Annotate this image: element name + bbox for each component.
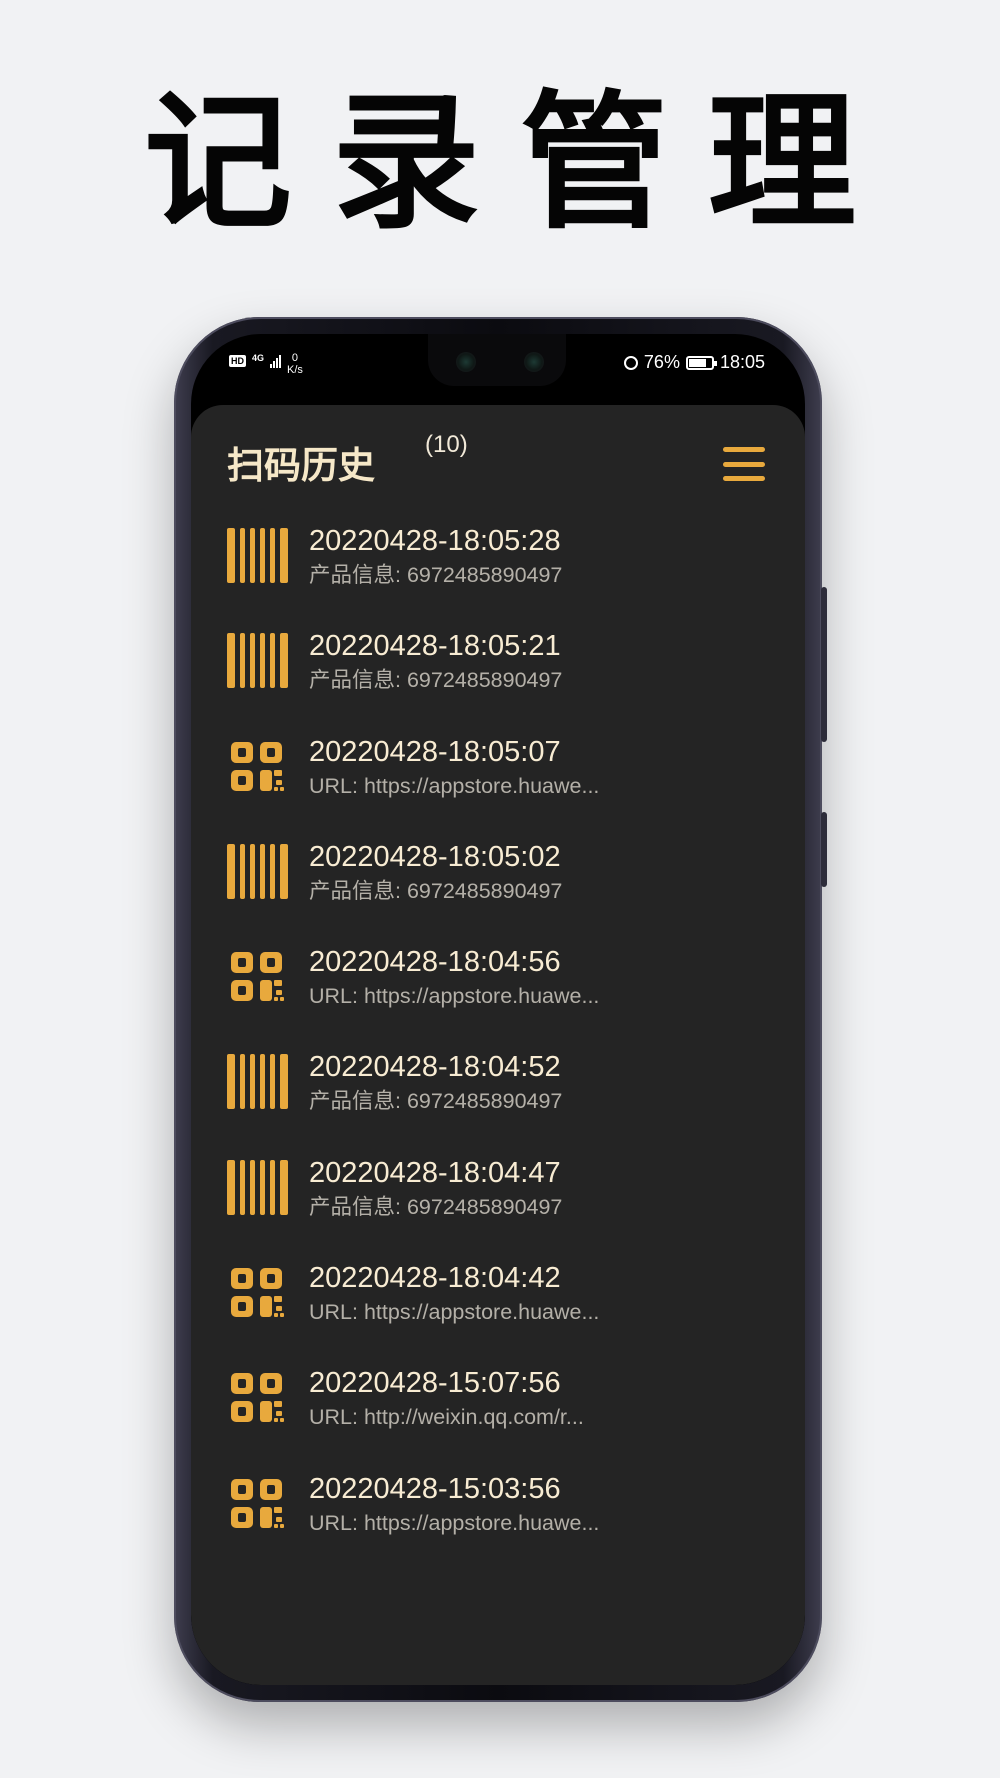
item-description: 产品信息: 6972485890497 [309,1194,563,1219]
barcode-icon [227,633,289,689]
volume-button [821,587,827,742]
item-timestamp: 20220428-18:05:28 [309,525,561,557]
item-timestamp: 20220428-15:07:56 [309,1367,561,1400]
item-description: URL: https://appstore.huawe... [309,773,600,798]
battery-percent: 76% [643,352,680,372]
status-right: 76% 18:05 [623,352,765,373]
history-list: 20220428-18:05:28 产品信息: 6972485890497 20… [227,525,805,1579]
item-description: 产品信息: 6972485890497 [309,668,563,693]
item-description: 产品信息: 6972485890497 [309,563,563,587]
phone-frame: HD 4G 0 K/s 76% 18:05 扫码历史 (10) 20220428… [174,317,827,1702]
barcode-icon [227,1159,289,1215]
phone-screen: HD 4G 0 K/s 76% 18:05 扫码历史 (10) 20220428… [191,334,805,1685]
promo-headline: 记录管理 [144,77,896,249]
history-item[interactable]: 20220428-15:03:56 URL: https://appstore.… [227,1472,805,1579]
network-speed: 0 K/s [287,352,303,376]
item-timestamp: 20220428-18:05:21 [309,630,561,663]
qrcode-icon [227,1265,289,1320]
app-header: 扫码历史 (10) [227,431,769,505]
front-camera-icon [456,352,476,372]
history-item[interactable]: 20220428-18:05:28 产品信息: 6972485890497 [227,525,805,631]
history-item[interactable]: 20220428-18:04:47 产品信息: 6972485890497 [227,1156,805,1263]
front-sensor-icon [524,352,544,372]
item-description: URL: https://appstore.huawe... [309,1510,600,1535]
history-item[interactable]: 20220428-18:05:02 产品信息: 6972485890497 [227,840,805,947]
menu-icon[interactable] [723,447,765,481]
signal-icon [270,354,282,368]
scan-history-screen: 扫码历史 (10) 20220428-18:05:28 产品信息: 697248… [191,405,805,1685]
qrcode-icon [227,949,289,1004]
qrcode-icon [227,1370,289,1425]
history-item[interactable]: 20220428-15:07:56 URL: http://weixin.qq.… [227,1367,805,1473]
history-item[interactable]: 20220428-18:05:21 产品信息: 6972485890497 [227,630,805,736]
history-item[interactable]: 20220428-18:04:42 URL: https://appstore.… [227,1262,805,1368]
item-description: 产品信息: 6972485890497 [309,878,563,903]
item-description: URL: https://appstore.huawe... [309,984,600,1009]
page-title: 扫码历史 [227,444,375,487]
network-type: 4G [252,353,265,363]
history-item[interactable]: 20220428-18:05:07 URL: https://appstore.… [227,735,805,842]
item-timestamp: 20220428-18:05:07 [309,735,561,768]
hd-icon: HD [229,355,246,367]
item-timestamp: 20220428-15:03:56 [309,1472,561,1505]
qrcode-icon [227,1476,289,1531]
item-timestamp: 20220428-18:05:02 [309,840,561,873]
history-item[interactable]: 20220428-18:04:52 产品信息: 6972485890497 [227,1051,805,1157]
item-description: URL: https://appstore.huawe... [309,1300,600,1325]
barcode-icon [227,843,289,899]
barcode-icon [227,1054,289,1110]
item-timestamp: 20220428-18:04:52 [309,1051,561,1084]
alarm-icon [623,355,638,370]
history-item[interactable]: 20220428-18:04:56 URL: https://appstore.… [227,946,805,1052]
battery-icon [685,355,717,370]
item-timestamp: 20220428-18:04:56 [309,946,561,979]
barcode-icon [227,528,289,583]
item-description: URL: http://weixin.qq.com/r... [309,1405,584,1430]
status-time: 18:05 [719,352,765,372]
camera-notch [428,334,566,386]
item-timestamp: 20220428-18:04:42 [309,1262,561,1295]
status-bar: HD 4G 0 K/s 76% 18:05 [191,334,805,394]
item-description: 产品信息: 6972485890497 [309,1089,563,1114]
power-button [821,812,827,887]
qrcode-icon [227,739,289,794]
item-timestamp: 20220428-18:04:47 [309,1156,561,1189]
status-left: HD 4G 0 K/s [229,352,303,376]
history-count: (10) [425,431,468,458]
